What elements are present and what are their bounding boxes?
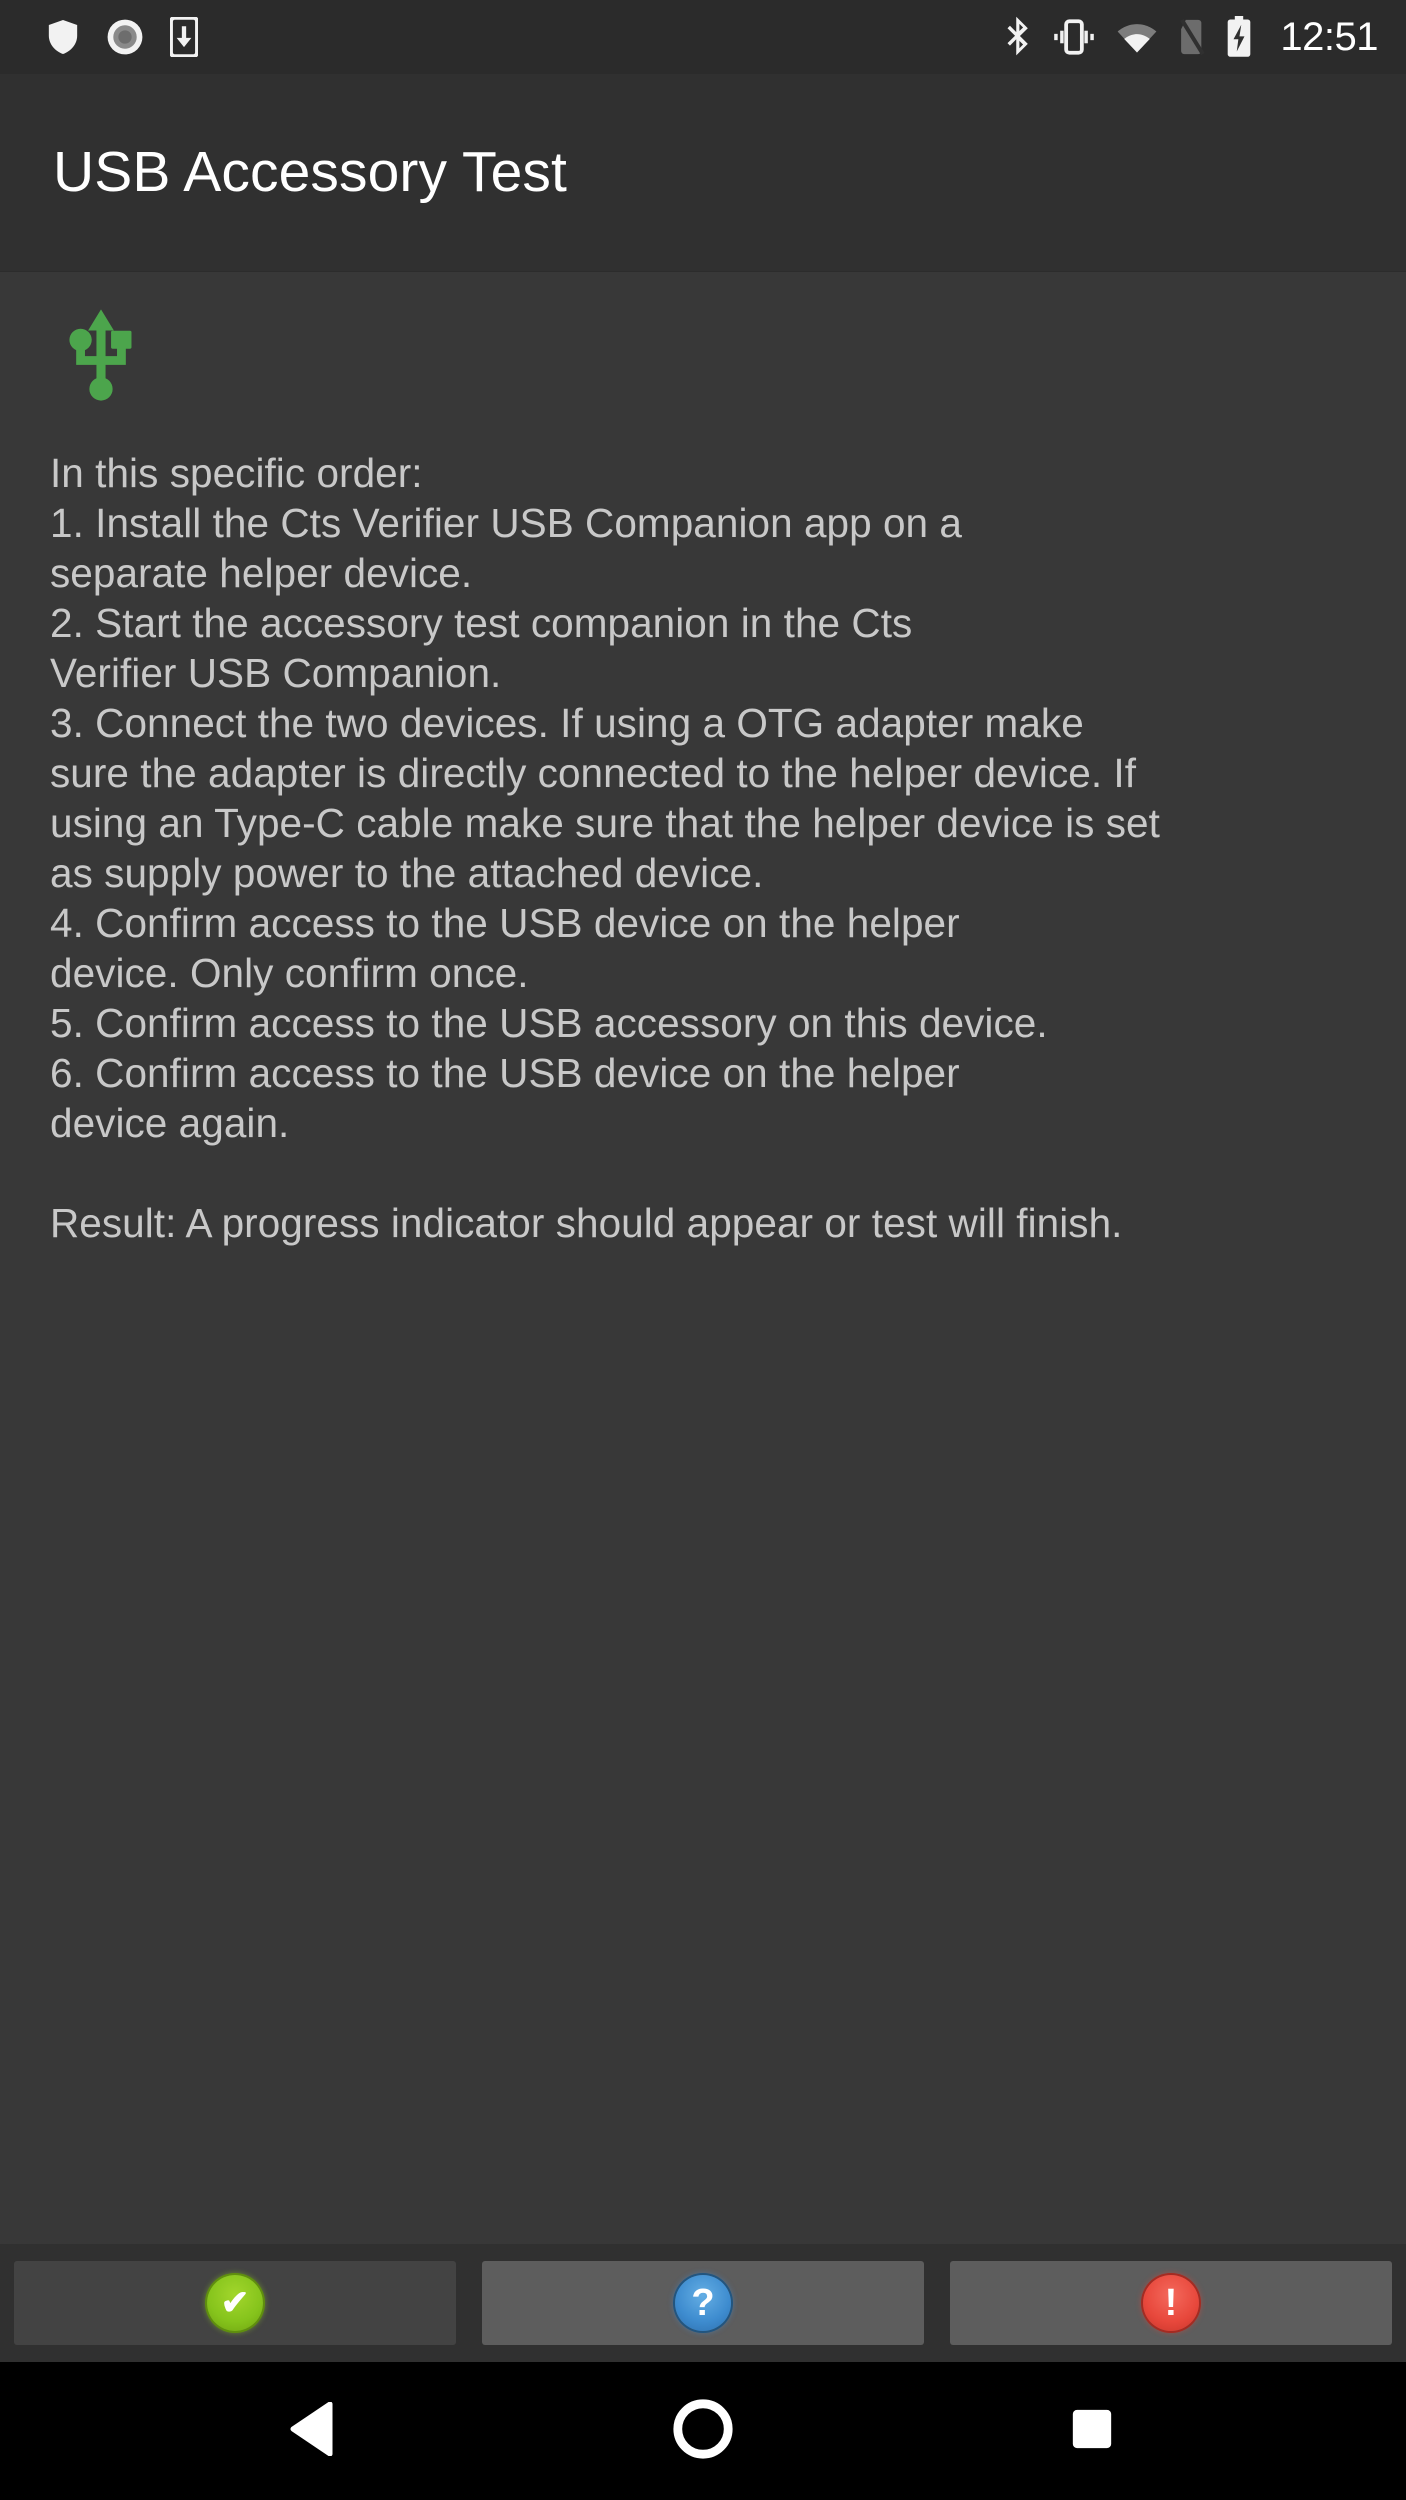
status-bar-left-icons [46, 15, 200, 59]
status-bar-clock: 12:51 [1280, 14, 1378, 59]
no-sim-icon [1178, 18, 1206, 56]
bluetooth-icon [1004, 16, 1032, 58]
wifi-icon [1116, 20, 1158, 54]
shield-icon [46, 18, 80, 56]
check-glyph: ✔ [220, 2284, 250, 2322]
usb-icon [68, 308, 134, 406]
screen-record-icon [106, 18, 144, 56]
circle-home-icon [673, 2398, 733, 2464]
exclamation-glyph: ! [1164, 2282, 1178, 2324]
status-bar: 12:51 [0, 0, 1406, 74]
status-bar-right-icons: 12:51 [1004, 15, 1378, 60]
fail-button[interactable]: ! [950, 2261, 1392, 2345]
square-recents-icon [1069, 2406, 1115, 2457]
android-screen: 12:51 USB Accessory Test In this specifi… [0, 0, 1406, 2500]
page-title: USB Accessory Test [53, 140, 567, 204]
exclamation-circle-icon: ! [1143, 2275, 1199, 2331]
test-instructions: In this specific order: 1. Install the C… [50, 450, 1160, 1247]
nav-back-button[interactable] [254, 2376, 374, 2486]
pass-button[interactable]: ✔ [14, 2261, 456, 2345]
content-area: In this specific order: 1. Install the C… [0, 272, 1406, 2244]
pass-fail-button-bar: ✔ ? ! [0, 2244, 1406, 2362]
download-to-device-icon [168, 15, 200, 59]
nav-recents-button[interactable] [1032, 2376, 1152, 2486]
app-bar: USB Accessory Test [0, 74, 1406, 272]
system-navigation-bar [0, 2362, 1406, 2500]
usb-icon-container [68, 308, 1356, 406]
question-glyph: ? [691, 2282, 715, 2324]
triangle-back-icon [290, 2401, 338, 2461]
check-circle-icon: ✔ [207, 2275, 263, 2331]
battery-charging-icon [1226, 16, 1252, 58]
vibrate-mode-icon [1052, 18, 1096, 56]
info-button[interactable]: ? [482, 2261, 924, 2345]
nav-home-button[interactable] [643, 2376, 763, 2486]
question-circle-icon: ? [675, 2275, 731, 2331]
